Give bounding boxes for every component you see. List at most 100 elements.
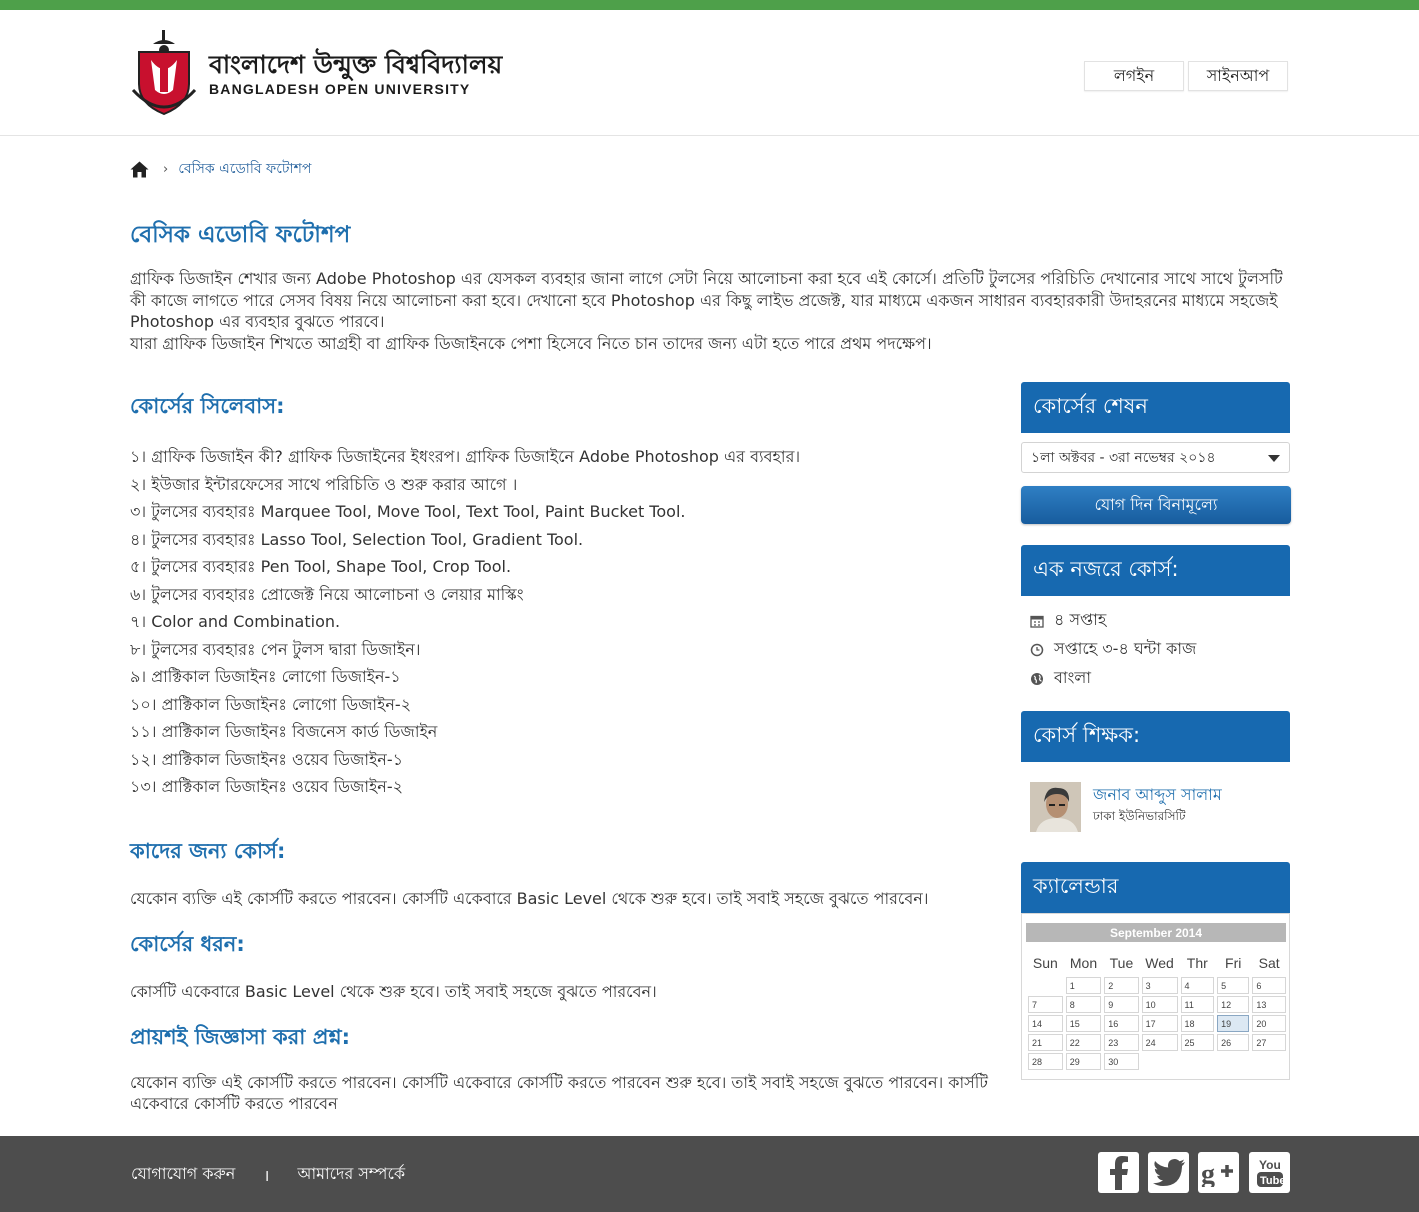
weekday-label: Fri — [1225, 954, 1242, 971]
calendar-day[interactable]: 22 — [1065, 1034, 1102, 1051]
footer-separator: । — [263, 1165, 270, 1185]
calendar-empty-cell — [1181, 1053, 1215, 1070]
intro-paragraph: যারা গ্রাফিক ডিজাইন শিখতে আগ্রহী বা গ্রা… — [130, 333, 932, 353]
site-footer: যোগাযোগ করুন । আমাদের সম্পর্কে g You Tube — [0, 1136, 1419, 1212]
breadcrumb: › বেসিক এডোবি ফটোশপ — [130, 158, 311, 180]
syllabus-item: ৩। টুলসের ব্যবহারঃ Marquee Tool, Move To… — [130, 502, 686, 521]
top-accent-bar — [0, 0, 1419, 10]
syllabus-item: ৯। প্রাক্টিকাল ডিজাইনঃ লোগো ডিজাইন-১ — [130, 667, 401, 686]
syllabus-title: কোর্সের সিলেবাস: — [130, 394, 285, 418]
calendar-day[interactable]: 24 — [1141, 1034, 1178, 1051]
footer-about-link[interactable]: আমাদের সম্পর্কে — [297, 1161, 405, 1188]
teacher-name[interactable]: জনাব আব্দুস সালাম — [1093, 782, 1222, 808]
footer-contact-link[interactable]: যোগাযোগ করুন — [131, 1161, 235, 1188]
session-title: কোর্সের শেষন — [1021, 382, 1290, 433]
calendar-week: 28 29 30 — [1028, 1053, 1286, 1070]
calendar-day[interactable]: 15 — [1065, 1015, 1102, 1032]
teacher-organization: ঢাকা ইউনিভারসিটি — [1093, 809, 1186, 823]
faq-text: যেকোন ব্যক্তি এই কোর্সটি করতে পারবেন। কো… — [130, 1072, 989, 1113]
calendar-week: 7 8 9 10 11 12 13 — [1028, 996, 1286, 1013]
calendar-day[interactable]: 20 — [1252, 1015, 1286, 1032]
calendar-day[interactable]: 6 — [1252, 977, 1286, 994]
glance-text: সপ্তাহে ৩-৪ ঘন্টা কাজ — [1054, 639, 1197, 658]
course-type-title: কোর্সের ধরন: — [130, 931, 245, 956]
google-plus-icon[interactable]: g — [1198, 1152, 1239, 1193]
audience-title: কাদের জন্য কোর্স: — [130, 838, 286, 863]
university-logo[interactable]: বাংলাদেশ উন্মুক্ত বিশ্ববিদ্যালয় BANGLAD… — [129, 28, 509, 118]
calendar-day[interactable]: 23 — [1104, 1034, 1139, 1051]
glance-list: ৪ সপ্তাহ সপ্তাহে ৩-৪ ঘন্টা কাজ বাংলা — [1030, 606, 1196, 693]
logo-title-bn: বাংলাদেশ উন্মুক্ত বিশ্ববিদ্যালয় — [209, 50, 503, 79]
calendar-day[interactable]: 27 — [1252, 1034, 1286, 1051]
syllabus-item: ১১। প্রাক্টিকাল ডিজাইনঃ বিজনেস কার্ড ডিজ… — [130, 722, 438, 741]
syllabus-item: ৬। টুলসের ব্যবহারঃ প্রোজেক্ট নিয়ে আলোচন… — [130, 584, 524, 604]
calendar-day[interactable]: 25 — [1180, 1034, 1215, 1051]
faq-title: প্রায়শই জিজ্ঞাসা করা প্রশ্ন: — [130, 1024, 350, 1049]
globe-icon — [1031, 672, 1043, 685]
glance-text: বাংলা — [1054, 668, 1091, 687]
facebook-icon[interactable] — [1098, 1152, 1139, 1193]
calendar-day[interactable]: 29 — [1065, 1053, 1102, 1070]
calendar-day[interactable]: 10 — [1141, 996, 1178, 1013]
calendar-day[interactable]: 9 — [1104, 996, 1139, 1013]
calendar-day[interactable]: 17 — [1141, 1015, 1178, 1032]
weekday-label: Sat — [1258, 954, 1280, 971]
weekday-label: Mon — [1069, 954, 1098, 971]
syllabus-item: ৫। টুলসের ব্যবহারঃ Pen Tool, Shape Tool,… — [130, 557, 512, 576]
signup-button[interactable]: সাইনআপ — [1188, 61, 1288, 91]
calendar-day[interactable]: 3 — [1141, 977, 1178, 994]
calendar-day[interactable]: 30 — [1104, 1053, 1139, 1070]
calendar-day[interactable]: 28 — [1028, 1053, 1063, 1070]
course-intro: গ্রাফিক ডিজাইন শেখার জন্য Adobe Photosho… — [130, 268, 1295, 354]
calendar-day[interactable]: 12 — [1217, 996, 1250, 1013]
course-details: কোর্সের সিলেবাস: ১। গ্রাফিক ডিজাইন কী? গ… — [130, 390, 990, 1114]
calendar-day[interactable]: 2 — [1104, 977, 1139, 994]
weekday-label: Sun — [1032, 954, 1058, 971]
weekday-label: Thr — [1186, 954, 1208, 971]
login-button[interactable]: লগইন — [1084, 61, 1184, 91]
home-icon[interactable] — [130, 161, 149, 178]
site-header: বাংলাদেশ উন্মুক্ত বিশ্ববিদ্যালয় BANGLAD… — [0, 10, 1419, 136]
syllabus-item: ১৩। প্রাক্টিকাল ডিজাইনঃ ওয়েব ডিজাইন-২ — [130, 777, 404, 796]
weekday-label: Tue — [1109, 954, 1134, 971]
session-select-value: ১লা অক্টবর - ৩রা নভেম্বর ২০১৪ — [1031, 449, 1216, 466]
glance-text: ৪ সপ্তাহ — [1054, 610, 1107, 629]
teacher-title: কোর্স শিক্ষক: — [1021, 711, 1290, 762]
calendar-day[interactable]: 18 — [1180, 1015, 1215, 1032]
calendar-day[interactable]: 8 — [1065, 996, 1102, 1013]
calendar-empty-cell — [1217, 1053, 1249, 1070]
calendar-day[interactable]: 7 — [1028, 996, 1063, 1013]
calendar-day[interactable]: 21 — [1028, 1034, 1063, 1051]
page-title: বেসিক এডোবি ফটোশপ — [130, 222, 351, 248]
syllabus-item: ৮। টুলসের ব্যবহারঃ পেন টুলস দ্বারা ডিজাই… — [130, 639, 421, 659]
breadcrumb-current[interactable]: বেসিক এডোবি ফটোশপ — [178, 157, 311, 181]
calendar-widget: September 2014 Sun Mon Tue Wed Thr Fri S… — [1021, 913, 1290, 1080]
join-free-button[interactable]: যোগ দিন বিনামূল্যে — [1021, 486, 1291, 524]
logo-title-en: BANGLADESH OPEN UNIVERSITY — [209, 81, 471, 97]
calendar-day[interactable]: 14 — [1028, 1015, 1063, 1032]
session-select[interactable]: ১লা অক্টবর - ৩রা নভেম্বর ২০১৪ — [1021, 442, 1290, 473]
calendar-day[interactable]: 5 — [1217, 977, 1250, 994]
twitter-icon[interactable] — [1148, 1152, 1189, 1193]
calendar-day[interactable]: 11 — [1180, 996, 1215, 1013]
glance-item-language: বাংলা — [1030, 664, 1196, 693]
calendar-day[interactable]: 1 — [1065, 977, 1102, 994]
glance-item-effort: সপ্তাহে ৩-৪ ঘন্টা কাজ — [1030, 635, 1196, 664]
calendar-day[interactable]: 4 — [1180, 977, 1215, 994]
clock-icon — [1030, 643, 1044, 656]
calendar-day[interactable]: 13 — [1252, 996, 1286, 1013]
footer-links: যোগাযোগ করুন । আমাদের সম্পর্কে — [131, 1161, 405, 1188]
calendar-title: ক্যালেন্ডার — [1021, 862, 1290, 913]
syllabus-item: ১২। প্রাক্টিকাল ডিজাইনঃ ওয়েব ডিজাইন-১ — [130, 749, 404, 769]
chevron-down-icon — [1268, 455, 1280, 462]
calendar-week: 21 22 23 24 25 26 27 — [1028, 1034, 1286, 1051]
calendar-day-today[interactable]: 19 — [1217, 1015, 1250, 1032]
svg-text:You: You — [1259, 1158, 1281, 1172]
calendar-day[interactable]: 16 — [1104, 1015, 1139, 1032]
youtube-icon[interactable]: You Tube — [1249, 1152, 1290, 1193]
breadcrumb-separator: › — [163, 161, 169, 177]
syllabus-list: ১। গ্রাফিক ডিজাইন কী? গ্রাফিক ডিজাইনের ই… — [130, 443, 990, 801]
syllabus-item: ২। ইউজার ইন্টারফেসের সাথে পরিচিতি ও শুরু… — [130, 474, 518, 494]
calendar-day[interactable]: 26 — [1217, 1034, 1250, 1051]
teacher-avatar — [1030, 782, 1081, 832]
